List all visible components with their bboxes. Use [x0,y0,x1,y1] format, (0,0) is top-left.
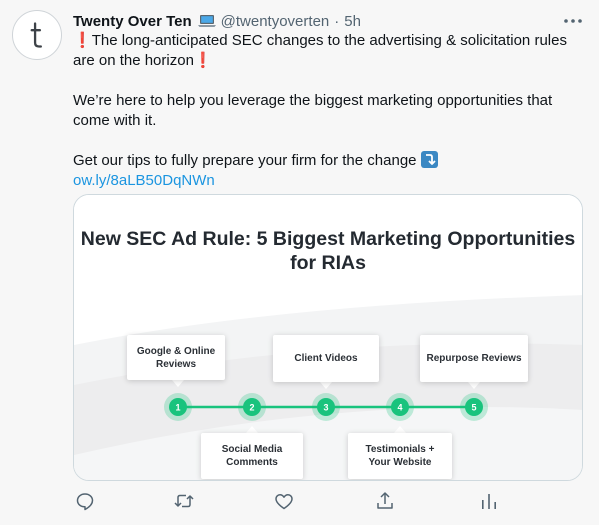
svg-text:3: 3 [323,403,328,413]
timeline-node-5: 5 [460,393,488,421]
svg-text:1: 1 [175,403,180,413]
avatar[interactable] [12,10,62,60]
timeline-node-3: 3 [312,393,340,421]
red-exclamation-icon: ❗ [193,52,213,69]
retweet-icon[interactable] [172,489,196,513]
callout-client-videos: Client Videos [273,335,379,382]
callout-testimonials-website: Testimonials + Your Website [348,433,452,479]
reply-icon[interactable] [73,489,97,513]
share-icon[interactable] [373,489,397,513]
twenty-over-ten-logo-icon [30,22,42,48]
timeline-node-1: 1 [164,393,192,421]
timeline-node-2: 2 [238,393,266,421]
svg-text:5: 5 [471,403,476,413]
author-name[interactable]: Twenty Over Ten [73,13,192,30]
tweet[interactable]: Twenty Over Ten @twentyoverten · 5h ❗The… [0,0,599,525]
more-options-icon[interactable] [561,12,585,30]
separator-dot: · [334,12,340,30]
author-handle[interactable]: @twentyoverten [221,13,330,30]
timestamp[interactable]: 5h [344,13,361,30]
arrow-down-emoji-icon [420,151,438,168]
tweet-link[interactable]: ow.ly/8aLB50DqNWn [73,172,215,189]
laptop-icon [197,15,216,27]
tweet-text: ❗The long-anticipated SEC changes to the… [73,31,588,191]
tweet-paragraph-3: Get our tips to fully prepare your firm … [73,151,588,171]
timeline-node-4: 4 [386,393,414,421]
callout-google-online-reviews: Google & Online Reviews [127,335,225,380]
analytics-icon[interactable] [477,489,501,513]
media-card[interactable]: New SEC Ad Rule: 5 Biggest Marketing Opp… [73,194,583,481]
like-icon[interactable] [272,489,296,513]
svg-text:4: 4 [397,403,402,413]
tweet-actions [73,489,588,513]
tweet-paragraph-1: ❗The long-anticipated SEC changes to the… [73,32,567,69]
callout-repurpose-reviews: Repurpose Reviews [420,335,528,382]
tweet-paragraph-2: We’re here to help you leverage the bigg… [73,92,553,129]
callout-social-media-comments: Social Media Comments [201,433,303,479]
svg-text:2: 2 [249,403,254,413]
tweet-header: Twenty Over Ten @twentyoverten · 5h [73,10,361,32]
red-exclamation-icon: ❗ [73,32,92,49]
